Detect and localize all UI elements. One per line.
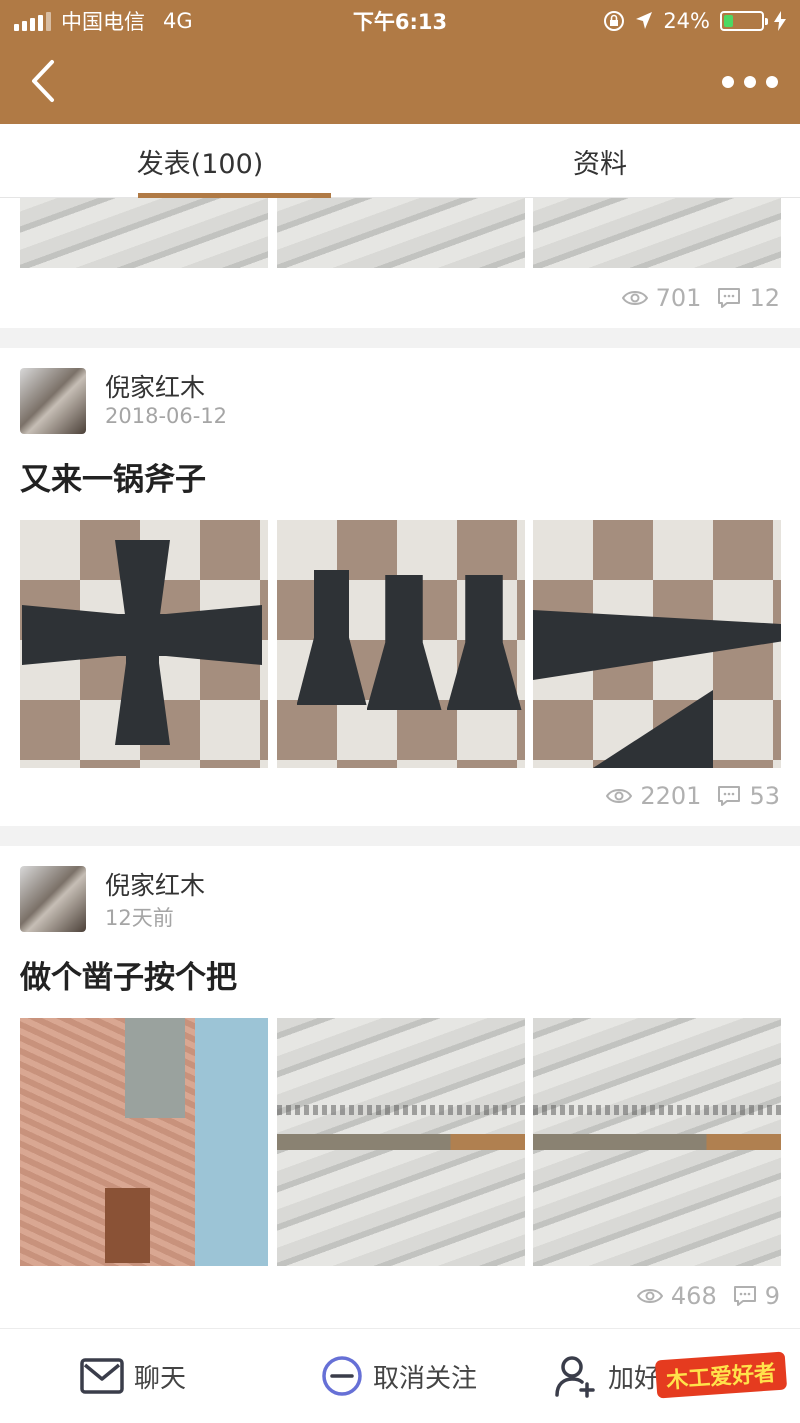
comment-count: 53 <box>749 782 780 810</box>
author-name[interactable]: 倪家红木 <box>105 866 205 902</box>
chevron-left-icon <box>32 60 54 102</box>
eye-icon <box>606 789 633 803</box>
nav-bar <box>0 42 800 124</box>
post-image[interactable] <box>533 198 781 268</box>
comment-count: 9 <box>764 1282 780 1310</box>
unfollow-label: 取消关注 <box>372 1363 477 1394</box>
minus-circle-icon <box>322 1356 362 1396</box>
chat-button[interactable]: 聊天 <box>0 1329 266 1423</box>
post-title[interactable]: 又来一锅斧子 <box>20 454 206 499</box>
more-dot-icon <box>722 76 734 88</box>
unfollow-button[interactable]: 取消关注 <box>266 1329 532 1423</box>
avatar[interactable] <box>20 866 86 932</box>
post-image[interactable] <box>20 198 268 268</box>
battery-icon <box>720 11 768 31</box>
post-feed[interactable]: 701 12 倪家红木 2018-06-12 又来一锅斧子 2201 53 倪家… <box>0 198 800 1328</box>
comment-icon <box>733 1286 756 1306</box>
add-user-icon <box>555 1356 595 1398</box>
comment-icon <box>718 786 741 806</box>
more-dot-icon <box>766 76 778 88</box>
chat-label: 聊天 <box>133 1363 186 1394</box>
post-card[interactable]: 倪家红木 12天前 做个凿子按个把 468 9 <box>0 846 800 1328</box>
post-image[interactable] <box>276 520 525 768</box>
status-bar: 中国电信 4G 下午6:13 24% <box>0 0 800 42</box>
mail-icon <box>80 1358 124 1394</box>
clock: 下午6:13 <box>352 10 448 34</box>
view-count: 2201 <box>640 782 702 810</box>
eye-icon <box>621 291 648 305</box>
post-card[interactable]: 倪家红木 2018-06-12 又来一锅斧子 2201 53 <box>0 348 800 826</box>
post-image[interactable] <box>276 198 525 268</box>
location-icon <box>636 12 653 29</box>
post-image[interactable] <box>20 520 268 768</box>
post-card[interactable]: 701 12 <box>0 198 800 328</box>
author-name[interactable]: 倪家红木 <box>105 368 205 404</box>
rotation-lock-icon <box>604 11 625 31</box>
view-count: 468 <box>670 1282 717 1310</box>
comment-icon <box>718 288 741 308</box>
network-label: 4G <box>163 9 193 33</box>
eye-icon <box>636 1289 663 1303</box>
signal-icon <box>14 11 51 31</box>
post-image[interactable] <box>276 1018 525 1266</box>
post-image[interactable] <box>533 1018 781 1266</box>
avatar[interactable] <box>20 368 86 434</box>
tab-posts[interactable]: 发表(100) <box>0 124 400 198</box>
post-date: 12天前 <box>105 906 174 930</box>
carrier-label: 中国电信 <box>61 10 145 34</box>
post-image[interactable] <box>533 520 781 768</box>
watermark-text: 木工爱好者 <box>665 1361 777 1394</box>
post-stats: 2201 53 <box>606 782 780 810</box>
back-button[interactable] <box>22 56 72 106</box>
post-stats: 468 9 <box>636 1282 780 1310</box>
comment-count: 12 <box>749 284 780 312</box>
post-stats: 701 12 <box>621 284 780 312</box>
more-dot-icon <box>744 76 756 88</box>
post-title[interactable]: 做个凿子按个把 <box>20 952 237 997</box>
more-button[interactable] <box>722 62 778 102</box>
add-friend-label: 加好 <box>608 1363 661 1394</box>
profile-tabs: 发表(100) 资料 <box>0 124 800 198</box>
battery-percent: 24% <box>663 9 710 33</box>
post-image[interactable] <box>20 1018 268 1266</box>
view-count: 701 <box>655 284 702 312</box>
charging-icon <box>774 11 786 31</box>
post-date: 2018-06-12 <box>105 404 228 428</box>
tab-profile-info[interactable]: 资料 <box>400 124 800 198</box>
